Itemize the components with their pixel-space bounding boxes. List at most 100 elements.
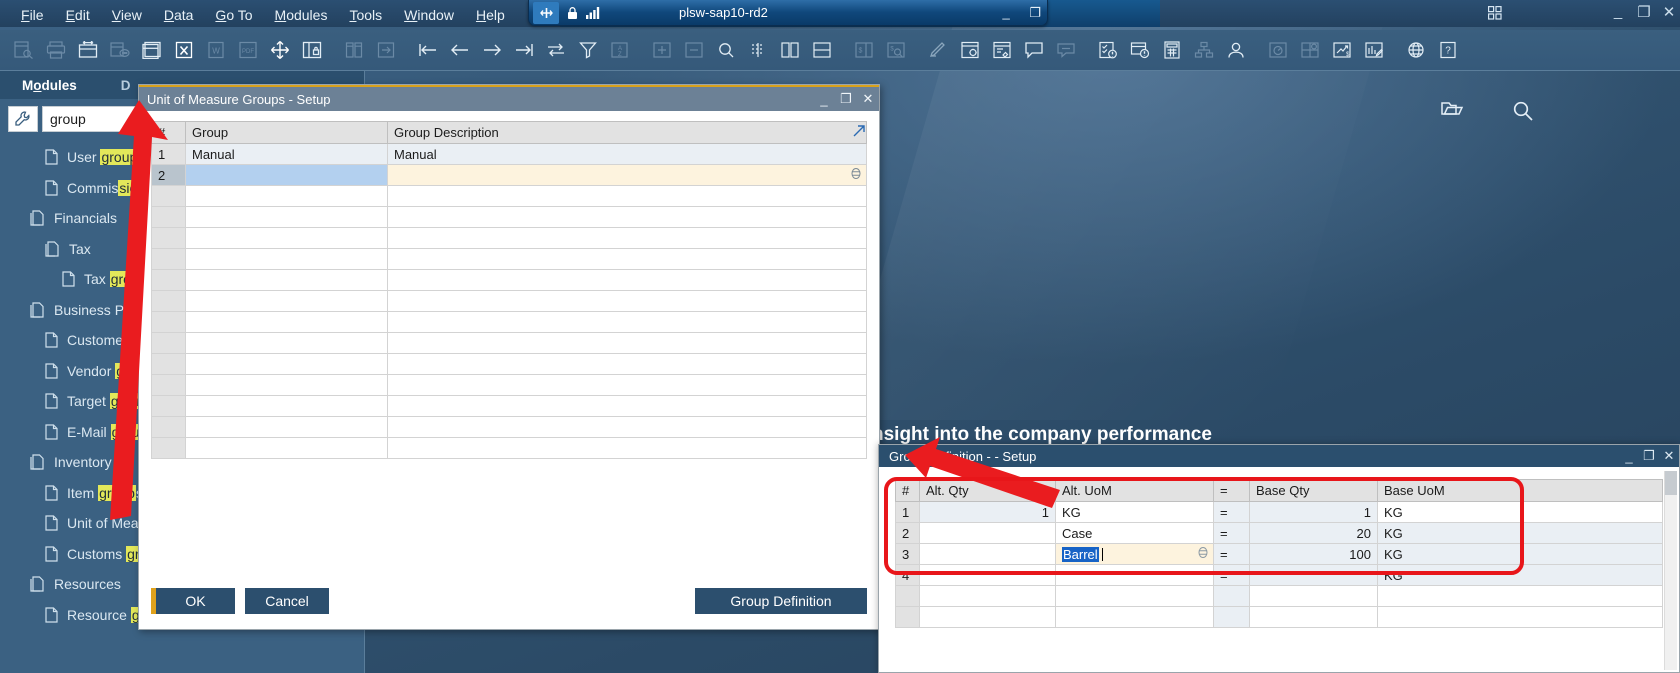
remove-icon[interactable] <box>680 37 708 63</box>
business-partner-icon[interactable] <box>1222 37 1250 63</box>
expand-grid-icon[interactable] <box>853 125 865 140</box>
cell-alt-qty[interactable] <box>920 607 1056 628</box>
toggle-view-icon[interactable] <box>542 37 570 63</box>
table-row[interactable] <box>152 186 867 207</box>
scrollbar-thumb[interactable] <box>1665 471 1677 495</box>
cell-group-description[interactable] <box>388 207 867 228</box>
calculator-icon[interactable] <box>1158 37 1186 63</box>
cell-group-description[interactable]: Manual <box>388 144 867 165</box>
currency-find-icon[interactable]: $ <box>882 37 910 63</box>
menu-tools[interactable]: Tools <box>338 3 393 27</box>
web-browser-icon[interactable] <box>1402 37 1430 63</box>
duplicate-icon[interactable] <box>744 37 772 63</box>
cell-group-description[interactable] <box>388 396 867 417</box>
cell-group[interactable] <box>186 291 388 312</box>
cell-group-description[interactable] <box>388 249 867 270</box>
row-number[interactable]: 1 <box>152 144 186 165</box>
window-minimize-button[interactable]: _ <box>1607 3 1629 20</box>
table-row[interactable] <box>152 354 867 375</box>
menu-help[interactable]: Help <box>465 3 516 27</box>
row-number[interactable] <box>152 312 186 333</box>
cell-group[interactable] <box>186 207 388 228</box>
menu-view[interactable]: View <box>101 3 153 27</box>
group-definition-titlebar[interactable]: Group Definition - - Setup _ ❐ ✕ <box>879 445 1679 467</box>
cell-base-qty[interactable] <box>1250 607 1378 628</box>
dialog-close-button[interactable]: ✕ <box>857 91 879 107</box>
column-header-index[interactable]: # <box>152 122 186 144</box>
select-all-icon[interactable] <box>776 37 804 63</box>
table-row[interactable] <box>152 312 867 333</box>
sales-analysis-icon[interactable]: $ <box>1328 37 1356 63</box>
cell-group[interactable] <box>186 375 388 396</box>
table-row[interactable] <box>152 396 867 417</box>
row-number[interactable] <box>896 607 920 628</box>
window-restore-button[interactable]: ❐ <box>1633 3 1655 21</box>
launch-application-icon[interactable] <box>266 37 294 63</box>
find-document-icon[interactable] <box>10 37 38 63</box>
cell-group[interactable] <box>186 396 388 417</box>
row-number[interactable] <box>152 270 186 291</box>
cell-group[interactable] <box>186 333 388 354</box>
group-definition-button[interactable]: Group Definition <box>695 588 867 614</box>
row-number[interactable] <box>152 375 186 396</box>
row-number[interactable] <box>152 249 186 270</box>
currency-column-icon[interactable]: $ <box>850 37 878 63</box>
cell-group-description[interactable] <box>388 165 867 186</box>
cell-group[interactable] <box>186 270 388 291</box>
help-icon[interactable]: ? <box>1434 37 1462 63</box>
ok-button[interactable]: OK <box>151 588 235 614</box>
lock-screen-icon[interactable] <box>298 37 326 63</box>
cancel-button[interactable]: Cancel <box>245 588 329 614</box>
vertical-scrollbar[interactable] <box>1664 471 1677 670</box>
row-number[interactable] <box>152 207 186 228</box>
previous-record-icon[interactable] <box>446 37 474 63</box>
print-icon[interactable] <box>42 37 70 63</box>
cell-group-description[interactable] <box>388 228 867 249</box>
table-row[interactable] <box>896 607 1663 628</box>
row-number[interactable] <box>152 291 186 312</box>
cell-group-description[interactable] <box>388 312 867 333</box>
dashboard-icon[interactable] <box>1264 37 1292 63</box>
form-settings-icon[interactable] <box>956 37 984 63</box>
cell-group-description[interactable] <box>388 270 867 291</box>
cell-group[interactable] <box>186 249 388 270</box>
edit-pencil-icon[interactable] <box>924 37 952 63</box>
cell-base-uom[interactable] <box>1378 607 1663 628</box>
table-row[interactable]: 2 <box>152 165 867 186</box>
table-row[interactable]: 1 Manual Manual <box>152 144 867 165</box>
menu-edit[interactable]: Edit <box>55 3 101 27</box>
layout-designer-icon[interactable] <box>138 37 166 63</box>
first-record-icon[interactable] <box>414 37 442 63</box>
cell-group-description[interactable] <box>388 291 867 312</box>
choose-from-list-icon[interactable] <box>850 168 862 183</box>
cell-group[interactable] <box>186 417 388 438</box>
find-icon[interactable] <box>712 37 740 63</box>
cell-base-qty[interactable] <box>1250 586 1378 607</box>
print-preview-icon[interactable] <box>74 37 102 63</box>
column-header-group-description[interactable]: Group Description <box>388 122 867 144</box>
dialog-minimize-button[interactable]: _ <box>813 92 835 107</box>
org-chart-icon[interactable] <box>1190 37 1218 63</box>
sidebar-tab-modules[interactable]: Modules <box>0 78 99 93</box>
table-row[interactable] <box>152 228 867 249</box>
table-row[interactable] <box>152 249 867 270</box>
print-comment-icon[interactable] <box>106 37 134 63</box>
export-to-excel-icon[interactable] <box>170 37 198 63</box>
menu-file[interactable]: File <box>10 3 55 27</box>
row-number[interactable] <box>152 228 186 249</box>
menu-go-to[interactable]: Go To <box>204 3 263 27</box>
rdp-restore-button[interactable]: ❐ <box>1029 5 1041 20</box>
cell-group[interactable] <box>186 354 388 375</box>
column-header-group[interactable]: Group <box>186 122 388 144</box>
messages-icon[interactable] <box>1020 37 1048 63</box>
user-defined-fields-icon[interactable] <box>988 37 1016 63</box>
cell-group[interactable] <box>186 165 388 186</box>
row-number[interactable]: 2 <box>152 165 186 186</box>
remote-desktop-connection-bar[interactable]: plsw-sap10-rd2 _ ❐ <box>528 0 1048 26</box>
cell-group[interactable] <box>186 186 388 207</box>
search-icon[interactable] <box>1512 100 1534 125</box>
reply-icon[interactable] <box>1052 37 1080 63</box>
deselect-icon[interactable] <box>808 37 836 63</box>
last-record-icon[interactable] <box>510 37 538 63</box>
cell-group-description[interactable] <box>388 438 867 459</box>
